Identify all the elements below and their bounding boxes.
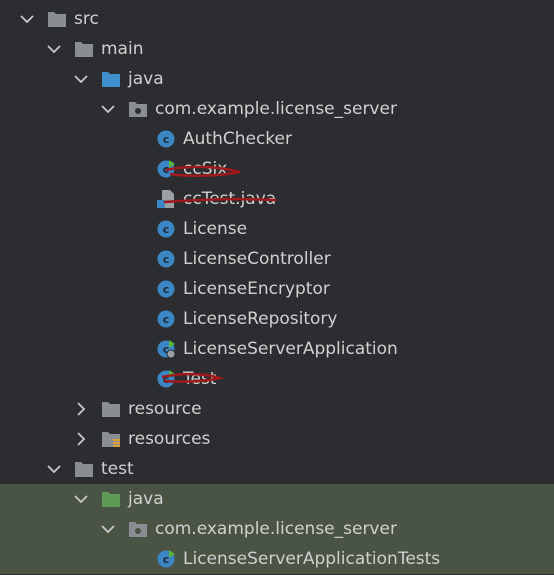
class-icon: c (156, 250, 176, 268)
tree-node-test[interactable]: test (0, 454, 554, 484)
folder-icon (47, 10, 67, 28)
chevron-down-icon[interactable] (74, 69, 88, 89)
tree-node-class[interactable]: c LicenseEncryptor (0, 274, 554, 304)
svg-text:c: c (163, 313, 170, 326)
tree-node-class[interactable]: c LicenseRepository (0, 304, 554, 334)
tree-node-test-class[interactable]: c LicenseServerApplicationTests (0, 544, 554, 574)
chevron-right-icon[interactable] (74, 399, 88, 419)
class-label: License (183, 219, 248, 239)
class-icon: c (156, 280, 176, 298)
svg-text:c: c (163, 253, 170, 266)
class-label: AuthChecker (183, 129, 292, 149)
node-label-java: java (128, 489, 164, 509)
node-label-package: com.example.license_server (155, 519, 397, 539)
tree-node-class[interactable]: c Test (0, 364, 554, 394)
svg-text:c: c (163, 133, 170, 146)
tree-node-resources[interactable]: resources (0, 424, 554, 454)
chevron-down-icon[interactable] (47, 459, 61, 479)
class-icon: c (156, 130, 176, 148)
runnable-class-icon: c (156, 370, 176, 388)
node-label-resource: resource (128, 399, 202, 419)
svg-text:c: c (163, 373, 170, 386)
folder-icon (74, 460, 94, 478)
tree-node-main-package[interactable]: com.example.license_server (0, 94, 554, 124)
node-label-java: java (128, 69, 164, 89)
class-icon: c (156, 220, 176, 238)
runnable-class-icon: c (156, 160, 176, 178)
spring-app-class-icon: c (156, 340, 176, 358)
folder-icon (74, 40, 94, 58)
folder-icon (101, 400, 121, 418)
chevron-down-icon[interactable] (101, 99, 115, 119)
tree-node-class[interactable]: c LicenseServerApplication (0, 334, 554, 364)
java-file-icon (156, 190, 176, 208)
test-source-folder-icon (101, 490, 121, 508)
package-icon (128, 520, 148, 538)
svg-text:c: c (163, 163, 170, 176)
tree-node-resource[interactable]: resource (0, 394, 554, 424)
node-label-src: src (74, 9, 99, 29)
tree-node-class[interactable]: c AuthChecker (0, 124, 554, 154)
chevron-right-icon[interactable] (74, 429, 88, 449)
source-folder-icon (101, 70, 121, 88)
tree-node-test-java[interactable]: java (0, 484, 554, 514)
chevron-down-icon[interactable] (101, 519, 115, 539)
tree-node-class[interactable]: c License (0, 214, 554, 244)
chevron-down-icon[interactable] (47, 39, 61, 59)
class-label: LicenseController (183, 249, 331, 269)
tree-node-src[interactable]: src (0, 4, 554, 34)
class-label: ccTest.java (183, 189, 277, 209)
class-label: Test (183, 369, 217, 389)
tree-node-class[interactable]: c ccSix (0, 154, 554, 184)
tree-node-main-java[interactable]: java (0, 64, 554, 94)
class-label: LicenseServerApplication (183, 339, 398, 359)
project-tree: src main java com.example.license_server (0, 0, 554, 575)
tree-node-class[interactable]: ccTest.java (0, 184, 554, 214)
runnable-class-icon: c (156, 550, 176, 568)
class-icon: c (156, 310, 176, 328)
tree-node-class[interactable]: c LicenseController (0, 244, 554, 274)
svg-text:c: c (163, 553, 170, 566)
class-label: ccSix (183, 159, 228, 179)
node-label-main: main (101, 39, 144, 59)
node-label-test: test (101, 459, 134, 479)
chevron-down-icon[interactable] (74, 489, 88, 509)
node-label-resources: resources (128, 429, 211, 449)
class-label: LicenseEncryptor (183, 279, 330, 299)
svg-text:c: c (163, 223, 170, 236)
node-label-package: com.example.license_server (155, 99, 397, 119)
class-label: LicenseRepository (183, 309, 338, 329)
class-label: LicenseServerApplicationTests (183, 549, 441, 569)
chevron-down-icon[interactable] (20, 9, 34, 29)
resources-folder-icon (101, 430, 121, 448)
tree-node-test-package[interactable]: com.example.license_server (0, 514, 554, 544)
package-icon (128, 100, 148, 118)
tree-node-main[interactable]: main (0, 34, 554, 64)
svg-text:c: c (163, 283, 170, 296)
